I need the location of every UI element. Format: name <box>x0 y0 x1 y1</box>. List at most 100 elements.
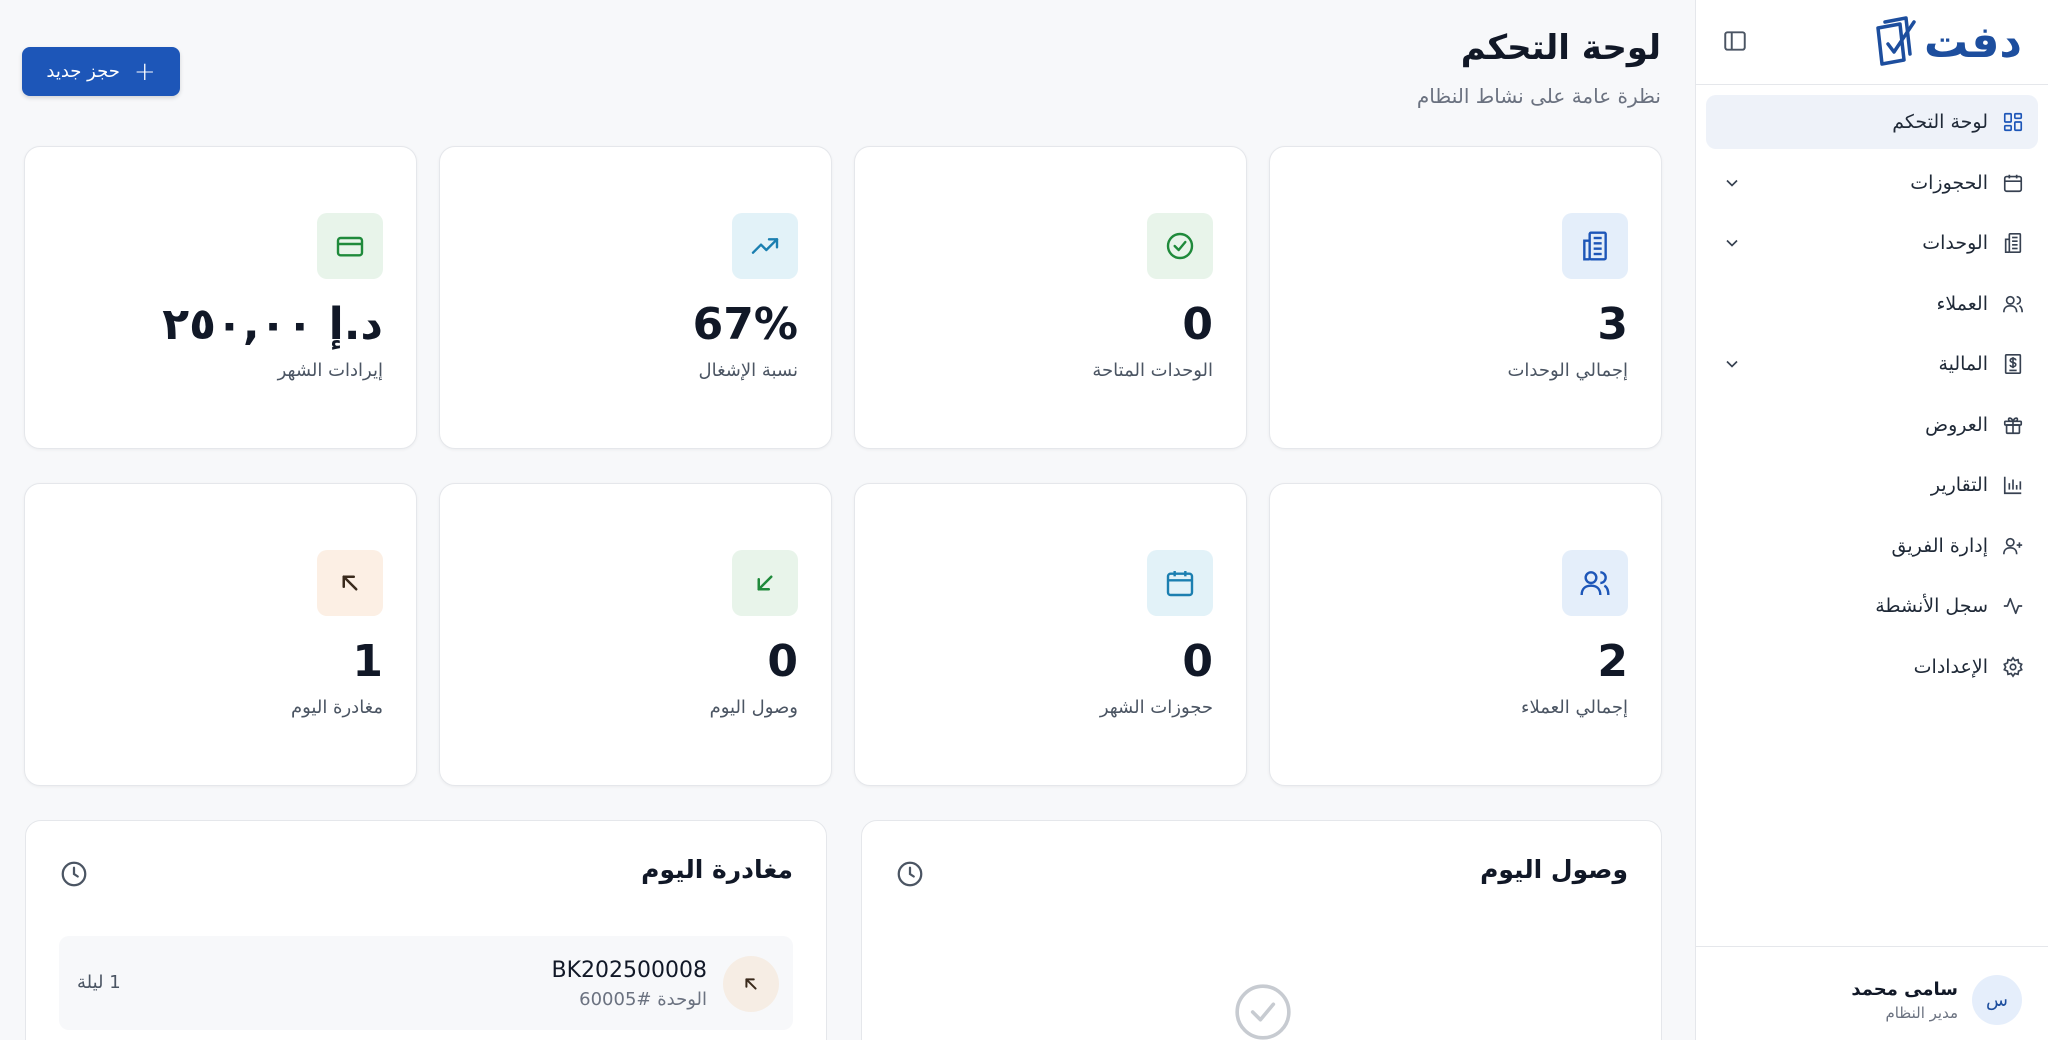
sidebar-item-finance[interactable]: المالية <box>1706 337 2038 391</box>
sidebar-toggle-icon[interactable] <box>1722 28 1748 54</box>
sidebar-item-label: سجل الأنشطة <box>1875 595 1988 617</box>
booking-nights: 1 ليلة <box>77 972 121 993</box>
user-profile[interactable]: س سامى محمد مدير النظام <box>1851 975 2022 1025</box>
calendar-icon <box>2002 172 2024 194</box>
arrivals-today-panel: وصول اليوم <box>861 820 1662 1040</box>
stat-label: نسبة الإشغال <box>698 360 798 381</box>
sidebar-item-label: العملاء <box>1936 292 1989 315</box>
clock-icon <box>61 861 87 887</box>
empty-state-check-icon <box>1235 984 1291 1040</box>
page-title: لوحة التحكم <box>1460 28 1661 68</box>
chevron-down-icon[interactable] <box>1722 354 1742 374</box>
sidebar-item-team[interactable]: إدارة الفريق <box>1706 519 2038 573</box>
page-subtitle: نظرة عامة على نشاط النظام <box>1416 84 1661 108</box>
sidebar-item-dashboard[interactable]: لوحة التحكم <box>1706 95 2038 149</box>
sidebar-item-offers[interactable]: العروض <box>1706 398 2038 452</box>
credit-card-icon <box>336 236 364 257</box>
stat-icon-box <box>1147 213 1213 279</box>
arrow-down-left-icon <box>757 575 773 591</box>
stat-value: 2 <box>1597 636 1628 687</box>
stat-label: مغادرة اليوم <box>290 697 383 718</box>
bar-chart-icon <box>2002 474 2024 496</box>
clock-icon <box>897 861 923 887</box>
sidebar-item-label: الوحدات <box>1922 232 1988 254</box>
users-icon <box>1580 571 1610 596</box>
sidebar-item-customers[interactable]: العملاء <box>1706 277 2038 331</box>
building-icon <box>2002 232 2024 254</box>
sidebar-item-activity-log[interactable]: سجل الأنشطة <box>1706 579 2038 633</box>
stat-value: 0 <box>1182 299 1213 350</box>
building-icon <box>1583 231 1607 261</box>
user-role: مدير النظام <box>1885 1003 1958 1022</box>
sidebar: دفت لوحة التحكم الحجوزات الوحدات العملاء… <box>1695 0 2048 1040</box>
stat-label: وصول اليوم <box>709 697 798 718</box>
stat-value: 67% <box>692 299 798 350</box>
stat-card-available-units: 0 الوحدات المتاحة <box>854 146 1247 449</box>
calendar-icon <box>1166 571 1194 597</box>
stat-value: د.إ ٢٥٠,٠٠ <box>162 299 383 350</box>
sidebar-item-settings[interactable]: الإعدادات <box>1706 640 2038 694</box>
panel-title: مغادرة اليوم <box>641 855 793 884</box>
avatar: س <box>1972 975 2022 1025</box>
sidebar-divider <box>1696 946 2048 947</box>
brand-name: دفت <box>1924 16 2023 68</box>
user-plus-icon <box>2002 535 2024 557</box>
sidebar-item-label: الحجوزات <box>1910 171 1988 194</box>
check-circle-icon <box>1166 232 1194 260</box>
stat-label: الوحدات المتاحة <box>1092 360 1213 381</box>
stat-value: 0 <box>767 636 798 687</box>
stat-icon-box <box>732 550 798 616</box>
new-booking-button[interactable]: + حجز جديد <box>22 47 180 96</box>
stat-value: 3 <box>1597 299 1628 350</box>
booking-code: BK202500008 <box>551 958 708 983</box>
stat-card-total-customers: 2 إجمالي العملاء <box>1269 483 1662 786</box>
dashboard-icon <box>2002 111 2024 133</box>
stat-label: إجمالي العملاء <box>1520 697 1628 718</box>
brand-logo[interactable]: دفت <box>1870 12 2023 72</box>
departures-today-panel: مغادرة اليوم BK202500008 الوحدة #60005 1… <box>25 820 827 1040</box>
sidebar-item-label: المالية <box>1938 353 1988 375</box>
stat-card-occupancy: 67% نسبة الإشغال <box>439 146 832 449</box>
stat-icon-box <box>1562 213 1628 279</box>
new-booking-label: حجز جديد <box>46 61 120 82</box>
chevron-down-icon[interactable] <box>1722 173 1742 193</box>
booking-status-icon-box <box>723 956 779 1012</box>
arrow-up-left-icon <box>745 978 757 990</box>
stat-icon-box <box>1562 550 1628 616</box>
stat-label: إجمالي الوحدات <box>1507 360 1628 381</box>
stat-card-arrivals-today: 0 وصول اليوم <box>439 483 832 786</box>
sidebar-item-label: لوحة التحكم <box>1892 111 1988 133</box>
sidebar-item-bookings[interactable]: الحجوزات <box>1706 156 2038 210</box>
sidebar-item-label: العروض <box>1925 413 1988 436</box>
stat-icon-box <box>317 213 383 279</box>
plus-icon: + <box>133 56 156 87</box>
sidebar-nav: لوحة التحكم الحجوزات الوحدات العملاء الم… <box>1706 95 2038 700</box>
activity-icon <box>2002 595 2024 617</box>
stat-value: 0 <box>1182 636 1213 687</box>
stat-card-total-units: 3 إجمالي الوحدات <box>1269 146 1662 449</box>
arrow-up-left-icon <box>342 575 358 591</box>
gear-icon <box>2002 655 2024 678</box>
stat-icon-box <box>317 550 383 616</box>
main-content: لوحة التحكم نظرة عامة على نشاط النظام + … <box>0 0 1695 1040</box>
sidebar-item-units[interactable]: الوحدات <box>1706 216 2038 270</box>
sidebar-divider <box>1696 84 2048 85</box>
sidebar-item-label: التقارير <box>1930 474 1988 496</box>
gift-icon <box>2002 414 2024 436</box>
stat-card-departures-today: 1 مغادرة اليوم <box>24 483 417 786</box>
stat-value: 1 <box>352 636 383 687</box>
panel-title: وصول اليوم <box>1480 855 1628 884</box>
sidebar-item-label: الإعدادات <box>1913 655 1988 678</box>
booking-unit: الوحدة #60005 <box>579 989 707 1010</box>
users-icon <box>2002 293 2024 315</box>
brand-mark-icon <box>1876 16 1916 66</box>
stat-label: حجوزات الشهر <box>1099 697 1213 718</box>
dollar-document-icon <box>2002 353 2024 375</box>
stat-card-monthly-revenue: د.إ ٢٥٠,٠٠ إيرادات الشهر <box>24 146 417 449</box>
chevron-down-icon[interactable] <box>1722 233 1742 253</box>
list-item[interactable]: BK202500008 الوحدة #60005 1 ليلة <box>59 936 793 1030</box>
sidebar-item-label: إدارة الفريق <box>1891 534 1988 557</box>
stat-icon-box <box>732 213 798 279</box>
sidebar-item-reports[interactable]: التقارير <box>1706 458 2038 512</box>
stat-icon-box <box>1147 550 1213 616</box>
